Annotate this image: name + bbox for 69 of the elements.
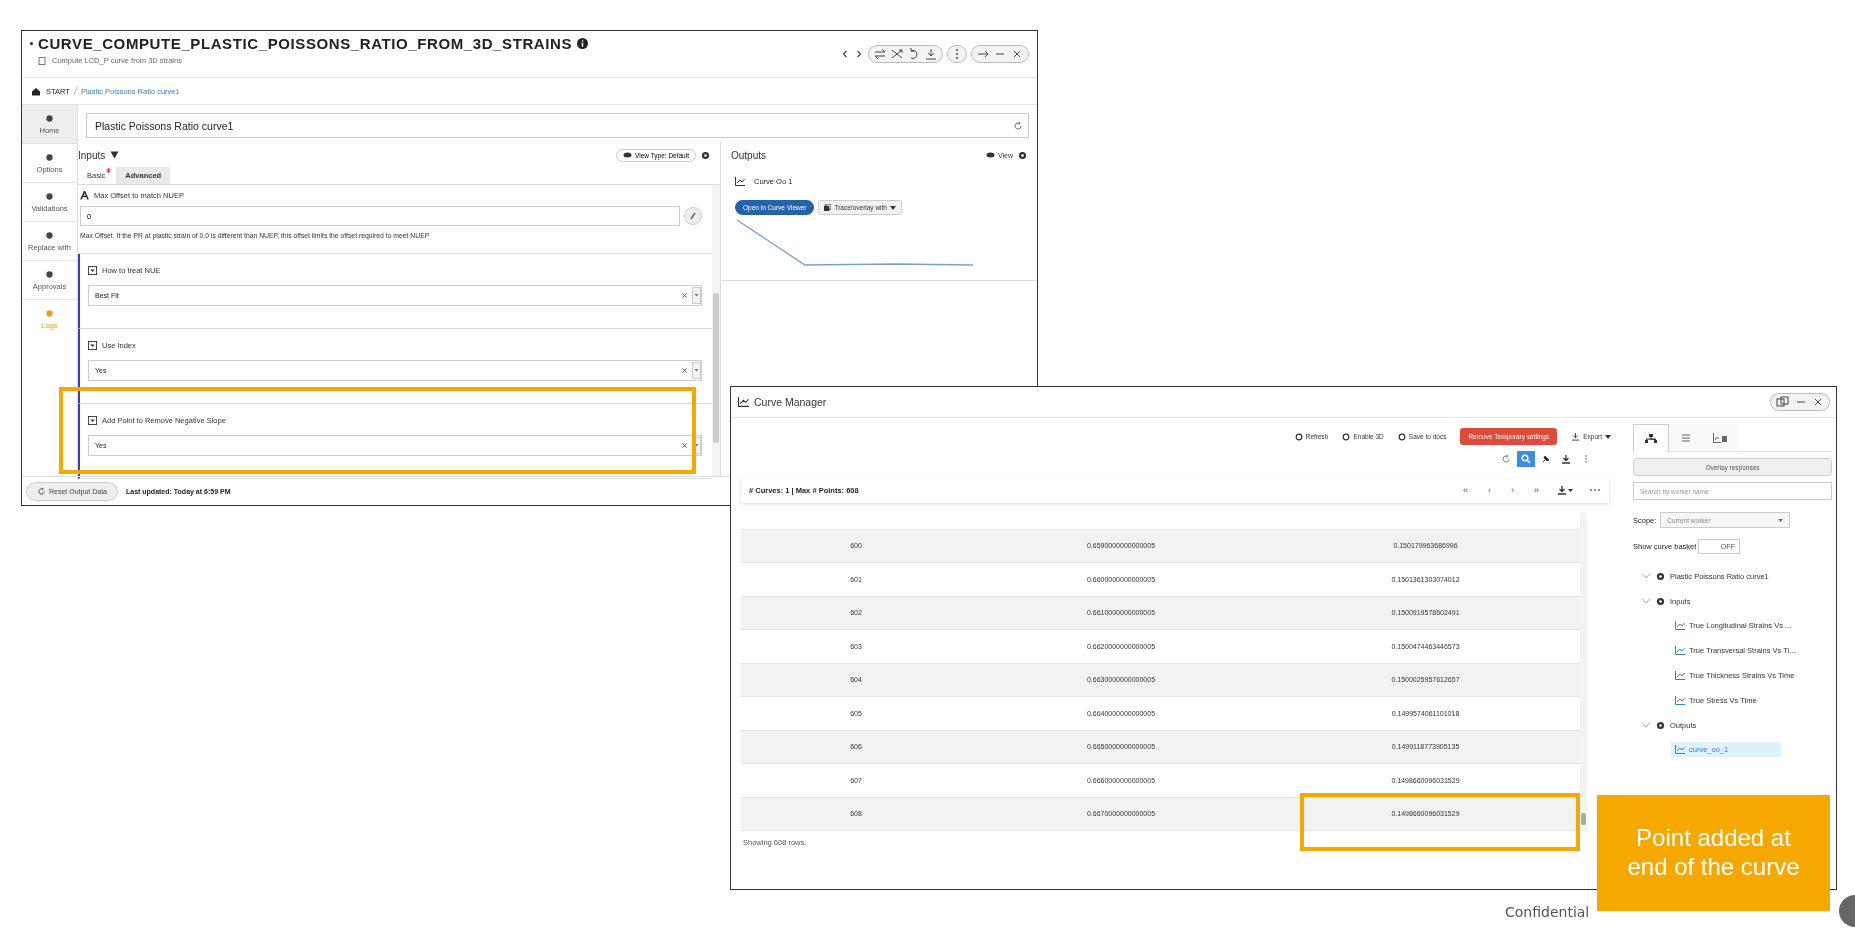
chart-save-tab[interactable] (1703, 424, 1737, 452)
chart-icon (1675, 671, 1685, 681)
nav-glyph-icon (45, 269, 54, 279)
gear-icon (1656, 596, 1665, 606)
more-icon[interactable] (1589, 488, 1601, 492)
forward-icon[interactable] (854, 49, 864, 59)
refresh-icon[interactable] (1013, 121, 1023, 131)
refresh-icon (37, 486, 46, 496)
download-icon[interactable] (923, 47, 939, 61)
attach-icon[interactable] (684, 207, 702, 225)
confidential-footer: Confidential (1505, 904, 1590, 920)
outputs-heading: Outputs (731, 149, 767, 161)
hierarchy-tab[interactable] (1633, 424, 1669, 452)
nav-glyph-icon (45, 230, 54, 240)
info-icon[interactable] (577, 38, 589, 49)
nav-glyph-icon (45, 152, 54, 162)
pie-logo-icon (1839, 895, 1855, 927)
home-icon[interactable] (31, 86, 41, 96)
download-icon (1571, 432, 1581, 441)
layers-icon (824, 204, 832, 211)
filter-icon[interactable] (110, 151, 120, 159)
caret-icon (889, 205, 896, 210)
shuffle-icon[interactable] (889, 47, 905, 61)
dropdown-icon[interactable] (692, 287, 701, 304)
nav-glyph-icon (45, 113, 54, 123)
caret-icon (1778, 518, 1784, 522)
chart-icon (1675, 745, 1685, 755)
settings-icon[interactable] (1018, 150, 1027, 160)
chart-icon (1675, 621, 1685, 631)
chart-lock-icon (1713, 432, 1727, 443)
settings-icon[interactable] (701, 150, 710, 160)
text-type-icon (80, 191, 89, 200)
chart-icon (735, 177, 745, 186)
circle-icon (1342, 432, 1351, 441)
document-icon (38, 56, 46, 65)
chart-icon (1675, 646, 1685, 656)
dropdown-icon[interactable] (692, 362, 701, 379)
callout-note: Point added at end of the curve (1597, 795, 1830, 911)
caret-icon (1605, 434, 1611, 439)
swap-icon[interactable] (872, 47, 888, 61)
gear-icon (1656, 571, 1665, 581)
collapse-icon[interactable] (88, 266, 97, 275)
window-title: Curve Manager (754, 396, 827, 408)
pager-button[interactable]: » (1532, 485, 1541, 495)
pager-button[interactable]: « (1460, 485, 1470, 495)
list-icon (1679, 432, 1693, 443)
chart-icon (1675, 695, 1685, 705)
window-title: CURVE_COMPUTE_PLASTIC_POISSONS_RATIO_FROM_3D_STRAINS (38, 35, 573, 52)
restore-icon[interactable] (1774, 395, 1792, 409)
clear-icon[interactable] (681, 292, 688, 299)
download-menu-icon[interactable] (1557, 485, 1573, 495)
clear-icon[interactable] (681, 442, 688, 449)
scrollbar[interactable] (1580, 513, 1587, 831)
hierarchy-icon (1644, 433, 1658, 444)
name-field[interactable]: Plastic Poissons Ratio curve1 (86, 113, 1029, 138)
nav-glyph-icon (45, 308, 54, 318)
nav-glyph-icon (45, 191, 54, 201)
collapse-icon[interactable] (88, 341, 97, 350)
collapse-icon[interactable] (88, 416, 97, 425)
inputs-heading: Inputs (78, 149, 106, 161)
circle-icon (1397, 432, 1406, 441)
circle-icon (1294, 432, 1303, 441)
clear-icon[interactable] (681, 367, 688, 374)
back-icon[interactable] (840, 49, 850, 59)
chart-icon (738, 397, 749, 407)
gear-icon (1656, 720, 1665, 730)
pager-button[interactable]: › (1509, 485, 1516, 495)
scrollbar[interactable] (712, 185, 720, 476)
pager-button[interactable]: ‹ (1486, 485, 1493, 495)
